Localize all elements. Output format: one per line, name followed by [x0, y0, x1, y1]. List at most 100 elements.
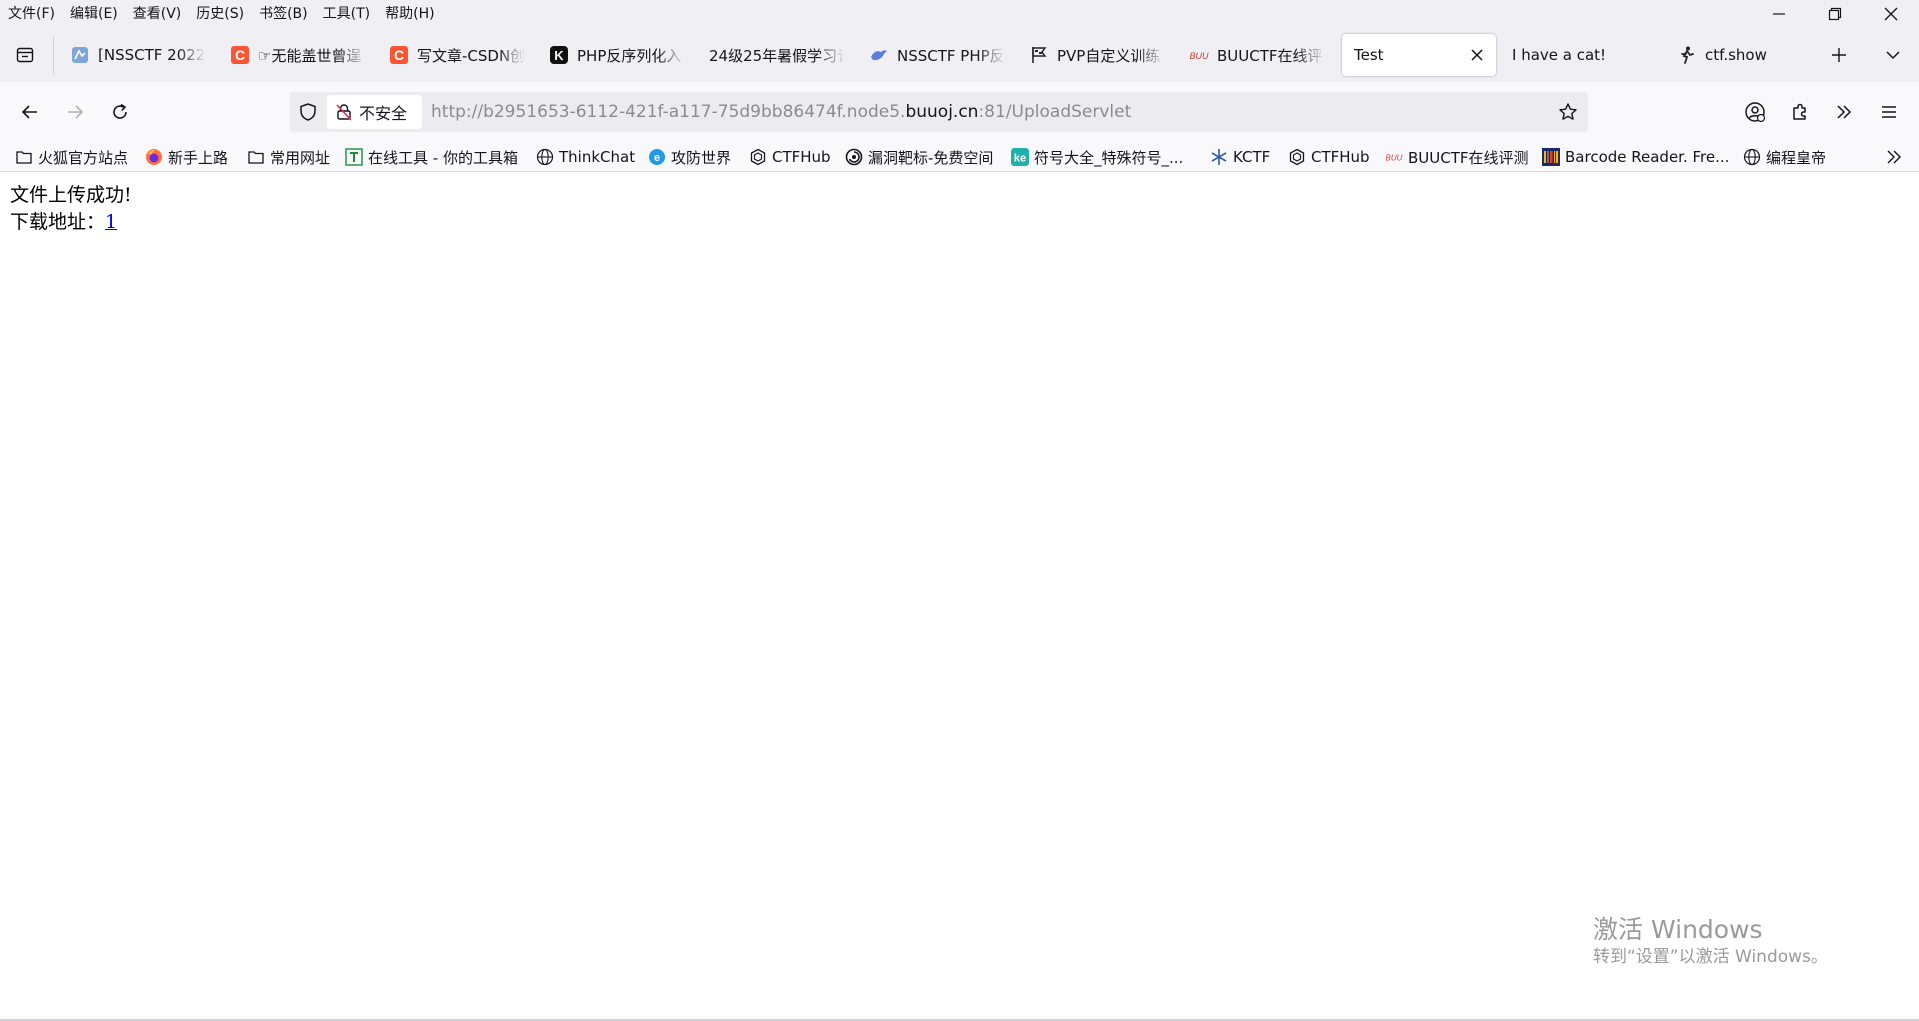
tab-ctfshow[interactable]: ctf.show: [1665, 34, 1815, 76]
more-tools-button[interactable]: [1831, 99, 1857, 125]
url-prefix: http://b2951653-6112-421f-a117-75d9bb864…: [431, 102, 906, 122]
folder-icon: [247, 148, 265, 166]
bookmark-thinkchat[interactable]: ThinkChat: [536, 145, 635, 169]
globe-icon: [1743, 148, 1761, 166]
tab-nssctf-2022[interactable]: [NSSCTF 2022: [58, 34, 206, 76]
close-tab-button[interactable]: [1468, 46, 1486, 64]
tab-strip: [NSSCTF 2022 C ☞无能盖世曾逞 C 写文章-CSDN创 K PHP…: [0, 28, 1919, 82]
tab-i-have-a-cat[interactable]: I have a cat!: [1500, 34, 1660, 76]
tab-csdn-1[interactable]: C ☞无能盖世曾逞: [218, 34, 366, 76]
bookmark-online-tools[interactable]: 在线工具 - 你的工具箱: [345, 145, 518, 169]
bookmark-label: CTFHub: [1311, 148, 1370, 166]
bookmark-coding-emperor[interactable]: 编程皇帝: [1743, 145, 1826, 169]
tab-summer-study[interactable]: 24级25年暑假学习计: [697, 34, 845, 76]
reload-button[interactable]: [106, 98, 134, 126]
bookmark-label: CTFHub: [772, 148, 831, 166]
menu-tools[interactable]: 工具(T): [315, 0, 377, 28]
bookmark-getting-started[interactable]: 新手上路: [145, 145, 228, 169]
tab-separator: [53, 36, 54, 74]
bookmark-label: 编程皇帝: [1766, 148, 1827, 167]
app-menu-button[interactable]: [1876, 99, 1902, 125]
hamburger-menu-icon: [1882, 106, 1896, 118]
svg-text:BUU: BUU: [1386, 154, 1403, 163]
insecure-lock-icon: [336, 104, 352, 121]
bookmark-label: 漏洞靶标-免费空间: [868, 148, 994, 167]
bookmark-label: 符号大全_特殊符号_...: [1034, 148, 1184, 167]
double-chevron-right-icon: [1887, 150, 1901, 164]
menu-help[interactable]: 帮助(H): [377, 0, 441, 28]
menu-edit[interactable]: 编辑(E): [62, 0, 125, 28]
csdn-c-icon: C: [389, 45, 409, 65]
url-text[interactable]: http://b2951653-6112-421f-a117-75d9bb864…: [431, 92, 1131, 132]
bookmark-symbols[interactable]: ke 符号大全_特殊符号_...: [1011, 145, 1183, 169]
minimize-button[interactable]: [1751, 0, 1807, 28]
tab-php-unserialize[interactable]: K PHP反序列化入: [537, 34, 685, 76]
menu-bookmarks[interactable]: 书签(B): [251, 0, 315, 28]
barcode-icon: [1542, 148, 1560, 166]
bookmark-ctfhub-2[interactable]: CTFHub: [1288, 145, 1370, 169]
window-controls: [1751, 0, 1919, 28]
tab-buuctf[interactable]: BUU BUUCTF在线评: [1177, 34, 1325, 76]
close-window-button[interactable]: [1863, 0, 1919, 28]
bookmark-label: 新手上路: [168, 148, 229, 167]
forward-button[interactable]: [61, 98, 89, 126]
buuctf-icon: BUU: [1189, 45, 1209, 65]
folder-icon: [15, 148, 33, 166]
tab-fade: [1137, 34, 1165, 76]
bookmark-ctfhub-1[interactable]: CTFHub: [749, 145, 831, 169]
extensions-button[interactable]: [1787, 99, 1813, 125]
bookmark-firefox-official[interactable]: 火狐官方站点: [15, 145, 128, 169]
upload-result: 文件上传成功! 下载地址：1: [10, 182, 132, 236]
tracking-protection-shield-icon[interactable]: [298, 102, 318, 122]
url-suffix: :81/UploadServlet: [978, 102, 1132, 122]
account-button[interactable]: [1742, 99, 1768, 125]
bookmark-barcode-reader[interactable]: Barcode Reader. Fre...: [1542, 145, 1729, 169]
minimize-icon: [1773, 13, 1785, 15]
nssctf-logo-icon: [70, 45, 90, 65]
tab-nssctf-php[interactable]: NSSCTF PHP反: [857, 34, 1005, 76]
list-all-tabs-button[interactable]: [1880, 42, 1906, 68]
runner-icon: [1677, 45, 1697, 65]
tool-t-icon: [345, 148, 363, 166]
bookmark-label: 火狐官方站点: [38, 148, 129, 167]
bookmark-kctf[interactable]: KCTF: [1210, 145, 1270, 169]
bookmark-star-icon[interactable]: [1558, 102, 1578, 122]
more-bookmarks-button[interactable]: [1882, 146, 1906, 168]
tab-fade: [338, 34, 366, 76]
bookmark-adworld[interactable]: e 攻防世界: [648, 145, 731, 169]
page-content: 文件上传成功! 下载地址：1 激活 Windows 转到“设置”以激活 Wind…: [0, 173, 1919, 1019]
tab-list-icon: [16, 47, 34, 63]
tab-test-active[interactable]: Test: [1342, 34, 1496, 76]
bookmark-buuctf[interactable]: BUU BUUCTF在线评测: [1385, 145, 1529, 169]
bookmark-vuln-range[interactable]: 漏洞靶标-免费空间: [845, 145, 993, 169]
close-icon: [1884, 7, 1898, 21]
close-icon: [1471, 49, 1483, 61]
download-link[interactable]: 1: [105, 211, 117, 233]
new-tab-button[interactable]: [1826, 42, 1852, 68]
tab-list-button[interactable]: [8, 38, 42, 72]
chevron-down-icon: [1886, 51, 1900, 60]
restore-icon: [1828, 7, 1842, 21]
url-bar[interactable]: 不安全 http://b2951653-6112-421f-a117-75d9b…: [290, 92, 1588, 132]
menu-file[interactable]: 文件(F): [0, 0, 62, 28]
svg-text:e: e: [654, 152, 660, 164]
reload-icon: [113, 103, 127, 119]
tab-fade: [657, 34, 685, 76]
bookmark-label: 在线工具 - 你的工具箱: [368, 148, 518, 167]
menu-view[interactable]: 查看(V): [125, 0, 189, 28]
spiral-icon: [845, 148, 863, 166]
firefox-icon: [145, 148, 163, 166]
menu-history[interactable]: 历史(S): [188, 0, 251, 28]
restore-button[interactable]: [1807, 0, 1863, 28]
svg-text:K: K: [554, 48, 564, 63]
activation-subtitle: 转到“设置”以激活 Windows。: [1593, 947, 1828, 967]
connection-not-secure-indicator[interactable]: 不安全: [327, 95, 422, 129]
forward-arrow-icon: [68, 105, 84, 119]
bookmark-common-sites[interactable]: 常用网址: [247, 145, 330, 169]
back-button[interactable]: [16, 98, 44, 126]
tab-pvp-training[interactable]: PVP自定义训练: [1017, 34, 1165, 76]
tab-label: ctf.show: [1705, 46, 1767, 64]
tab-csdn-write[interactable]: C 写文章-CSDN创: [377, 34, 525, 76]
tab-fade: [497, 34, 525, 76]
svg-text:C: C: [235, 47, 245, 63]
